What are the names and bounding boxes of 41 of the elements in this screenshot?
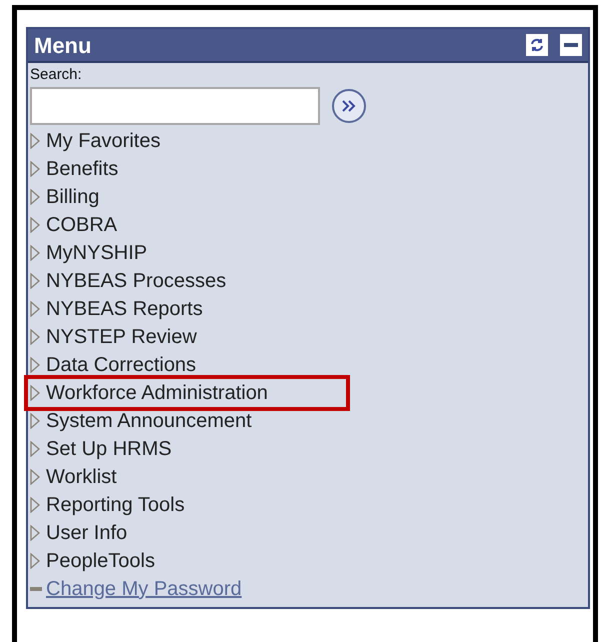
menu-folder[interactable]: Billing [46, 187, 100, 207]
triangle-icon [30, 133, 40, 149]
triangle-icon [30, 161, 40, 177]
menu-folder[interactable]: Workforce Administration [46, 383, 268, 403]
menu-link[interactable]: Change My Password [46, 579, 242, 599]
menu-folder[interactable]: NYSTEP Review [46, 327, 197, 347]
menu-folder[interactable]: My Favorites [46, 131, 160, 151]
triangle-icon [30, 553, 40, 569]
double-chevron-icon [341, 99, 357, 113]
menu-folder[interactable]: NYBEAS Processes [46, 271, 226, 291]
panel-title: Menu [34, 32, 92, 60]
dash-icon [30, 587, 42, 591]
search-field[interactable] [30, 87, 320, 125]
menu-folder[interactable]: User Info [46, 523, 128, 543]
menu-folder[interactable]: MyNYSHIP [46, 243, 148, 263]
menu-folder[interactable]: Benefits [46, 159, 118, 179]
triangle-icon [30, 189, 40, 205]
triangle-icon [30, 385, 40, 401]
menu-folder[interactable]: System Announcement [46, 411, 252, 431]
triangle-icon [30, 357, 40, 373]
menu-folder[interactable]: PeopleTools [46, 551, 155, 571]
menu-folder[interactable]: NYBEAS Reports [46, 299, 203, 319]
triangle-icon [30, 329, 40, 345]
triangle-icon [30, 469, 40, 485]
menu-folder[interactable]: Reporting Tools [46, 495, 185, 515]
triangle-icon [30, 273, 40, 289]
refresh-icon[interactable] [526, 34, 548, 56]
triangle-icon [30, 217, 40, 233]
menu-folder[interactable]: Set Up HRMS [46, 439, 172, 459]
go-button[interactable] [332, 89, 366, 123]
search-label: Search: [30, 65, 83, 85]
triangle-icon [30, 525, 40, 541]
menu-folder[interactable]: Data Corrections [46, 355, 196, 375]
triangle-icon [30, 245, 40, 261]
triangle-icon [30, 497, 40, 513]
menu-folder[interactable]: Worklist [46, 467, 117, 487]
menu-folder[interactable]: COBRA [46, 215, 118, 235]
triangle-icon [30, 413, 40, 429]
minimize-icon[interactable] [560, 34, 582, 56]
triangle-icon [30, 441, 40, 457]
triangle-icon [30, 301, 40, 317]
